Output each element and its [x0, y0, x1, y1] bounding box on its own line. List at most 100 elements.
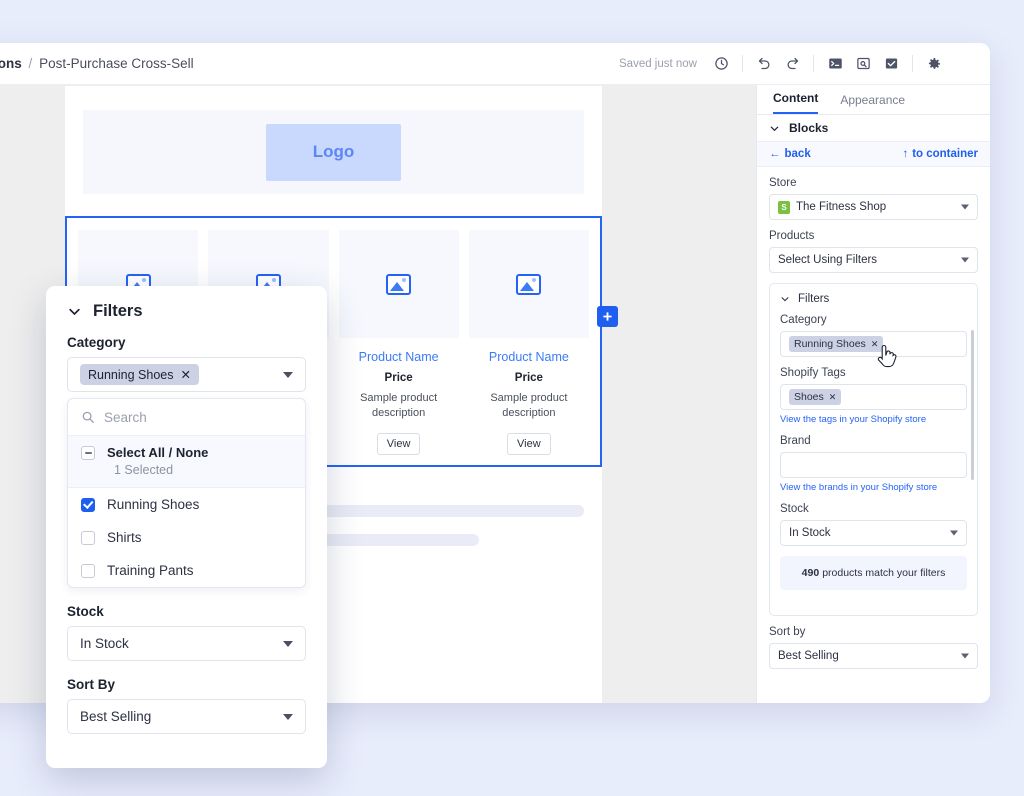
- view-brands-link[interactable]: View the brands in your Shopify store: [780, 482, 967, 493]
- brand-label: Brand: [780, 435, 967, 447]
- chip-remove-icon[interactable]: ✕: [829, 392, 837, 403]
- category-multiselect[interactable]: Running Shoes ✕: [780, 331, 967, 357]
- screen-root: ions / Post-Purchase Cross-Sell Saved ju…: [0, 0, 1024, 796]
- tab-appearance[interactable]: Appearance: [840, 93, 905, 114]
- tab-content[interactable]: Content: [773, 91, 818, 114]
- arrow-left-icon: ←: [769, 148, 781, 160]
- store-select[interactable]: The Fitness Shop: [769, 194, 978, 220]
- filters-modal-header[interactable]: Filters: [67, 302, 306, 321]
- chip-remove-icon[interactable]: ✕: [180, 367, 190, 382]
- image-icon: [516, 274, 541, 295]
- store-value: The Fitness Shop: [796, 201, 886, 213]
- mouse-cursor-hand-icon: [876, 344, 898, 371]
- filters-header[interactable]: Filters: [780, 293, 967, 305]
- select-all-label: Select All / None: [107, 445, 208, 460]
- selected-count: 1 Selected: [114, 463, 292, 477]
- product-name[interactable]: Product Name: [339, 350, 459, 364]
- dropdown-option-training-pants[interactable]: Training Pants: [68, 554, 305, 587]
- panel-tabs: Content Appearance: [757, 85, 990, 115]
- blocks-section-header[interactable]: Blocks: [757, 115, 990, 142]
- brand-input[interactable]: [780, 452, 967, 478]
- stock-select[interactable]: In Stock: [780, 520, 967, 546]
- modal-category-chip[interactable]: Running Shoes ✕: [80, 364, 199, 385]
- match-count-banner: 490 products match your filters: [780, 556, 967, 590]
- chevron-down-icon: [769, 123, 780, 134]
- store-label: Store: [769, 177, 978, 189]
- product-view-button[interactable]: View: [507, 433, 551, 455]
- product-image-placeholder: [339, 230, 459, 338]
- view-tags-link[interactable]: View the tags in your Shopify store: [780, 414, 967, 425]
- back-link[interactable]: ←back: [769, 148, 811, 160]
- product-price: Price: [469, 372, 589, 384]
- logo-block[interactable]: Logo: [83, 110, 584, 194]
- product-name[interactable]: Product Name: [469, 350, 589, 364]
- dropdown-option-running-shoes[interactable]: Running Shoes: [68, 488, 305, 521]
- product-view-button[interactable]: View: [377, 433, 421, 455]
- modal-sort-by-select[interactable]: Best Selling: [67, 699, 306, 734]
- option-checkbox[interactable]: [81, 531, 95, 545]
- product-description: Sample product description: [339, 391, 459, 421]
- chevron-down-icon: [961, 654, 969, 659]
- products-label: Products: [769, 230, 978, 242]
- right-settings-panel: Content Appearance Blocks ←back ↑ to cont…: [756, 85, 990, 703]
- image-icon: [386, 274, 411, 295]
- filters-modal: Filters Category Running Shoes ✕ Search …: [46, 286, 327, 768]
- to-container-link[interactable]: ↑ to container: [902, 148, 978, 160]
- modal-sort-by-label: Sort By: [67, 677, 306, 692]
- settings-gear-icon[interactable]: [920, 50, 948, 78]
- category-chip[interactable]: Running Shoes ✕: [789, 336, 883, 352]
- chevron-down-icon: [961, 258, 969, 263]
- arrow-up-icon: ↑: [902, 148, 908, 160]
- shopify-tags-multiselect[interactable]: Shoes ✕: [780, 384, 967, 410]
- filters-label: Filters: [798, 293, 829, 305]
- product-price: Price: [339, 372, 459, 384]
- toolbar-divider: [742, 55, 743, 72]
- category-search-row[interactable]: Search: [68, 399, 305, 436]
- test-send-icon[interactable]: [877, 50, 905, 78]
- redo-icon[interactable]: [778, 50, 806, 78]
- dropdown-option-shirts[interactable]: Shirts: [68, 521, 305, 554]
- breadcrumb: ions / Post-Purchase Cross-Sell: [0, 56, 194, 71]
- plus-icon: [602, 311, 613, 322]
- chevron-down-icon: [950, 531, 958, 536]
- tag-chip[interactable]: Shoes ✕: [789, 389, 841, 405]
- option-label: Shirts: [107, 530, 142, 545]
- products-select[interactable]: Select Using Filters: [769, 247, 978, 273]
- toolbar-divider: [813, 55, 814, 72]
- blocks-label: Blocks: [789, 121, 828, 135]
- logo-placeholder: Logo: [266, 124, 401, 181]
- stock-value: In Stock: [789, 527, 831, 539]
- sort-by-value: Best Selling: [778, 650, 839, 662]
- product-card[interactable]: Product Name Price Sample product descri…: [464, 230, 594, 455]
- category-dropdown: Search Select All / None 1 Selected Runn…: [67, 398, 306, 588]
- toolbar-divider: [912, 55, 913, 72]
- shopify-tags-label: Shopify Tags: [780, 367, 967, 379]
- modal-category-chip-label: Running Shoes: [88, 368, 173, 382]
- top-bar: ions / Post-Purchase Cross-Sell Saved ju…: [0, 43, 990, 85]
- product-card[interactable]: Product Name Price Sample product descri…: [334, 230, 464, 455]
- modal-stock-select[interactable]: In Stock: [67, 626, 306, 661]
- undo-icon[interactable]: [750, 50, 778, 78]
- product-image-placeholder: [469, 230, 589, 338]
- chevron-down-icon: [283, 641, 293, 647]
- preview-icon[interactable]: [849, 50, 877, 78]
- breadcrumb-root[interactable]: ions: [0, 56, 22, 71]
- panel-body: Store The Fitness Shop Products Select U…: [757, 167, 990, 703]
- panel-navigation: ←back ↑ to container: [757, 142, 990, 167]
- history-icon[interactable]: [707, 50, 735, 78]
- option-checkbox[interactable]: [81, 498, 95, 512]
- add-block-button[interactable]: [597, 306, 618, 327]
- products-value: Select Using Filters: [778, 254, 877, 266]
- select-all-row[interactable]: Select All / None 1 Selected: [68, 436, 305, 488]
- to-container-label: to container: [912, 148, 978, 160]
- sort-by-select[interactable]: Best Selling: [769, 643, 978, 669]
- modal-category-multiselect[interactable]: Running Shoes ✕: [67, 357, 306, 392]
- code-icon[interactable]: [821, 50, 849, 78]
- sort-by-label: Sort by: [769, 626, 978, 638]
- option-checkbox[interactable]: [81, 564, 95, 578]
- select-all-checkbox[interactable]: [81, 446, 95, 460]
- category-search-input[interactable]: Search: [104, 410, 147, 425]
- modal-stock-label: Stock: [67, 604, 306, 619]
- filters-scrollbar[interactable]: [971, 330, 974, 480]
- search-icon: [81, 410, 95, 424]
